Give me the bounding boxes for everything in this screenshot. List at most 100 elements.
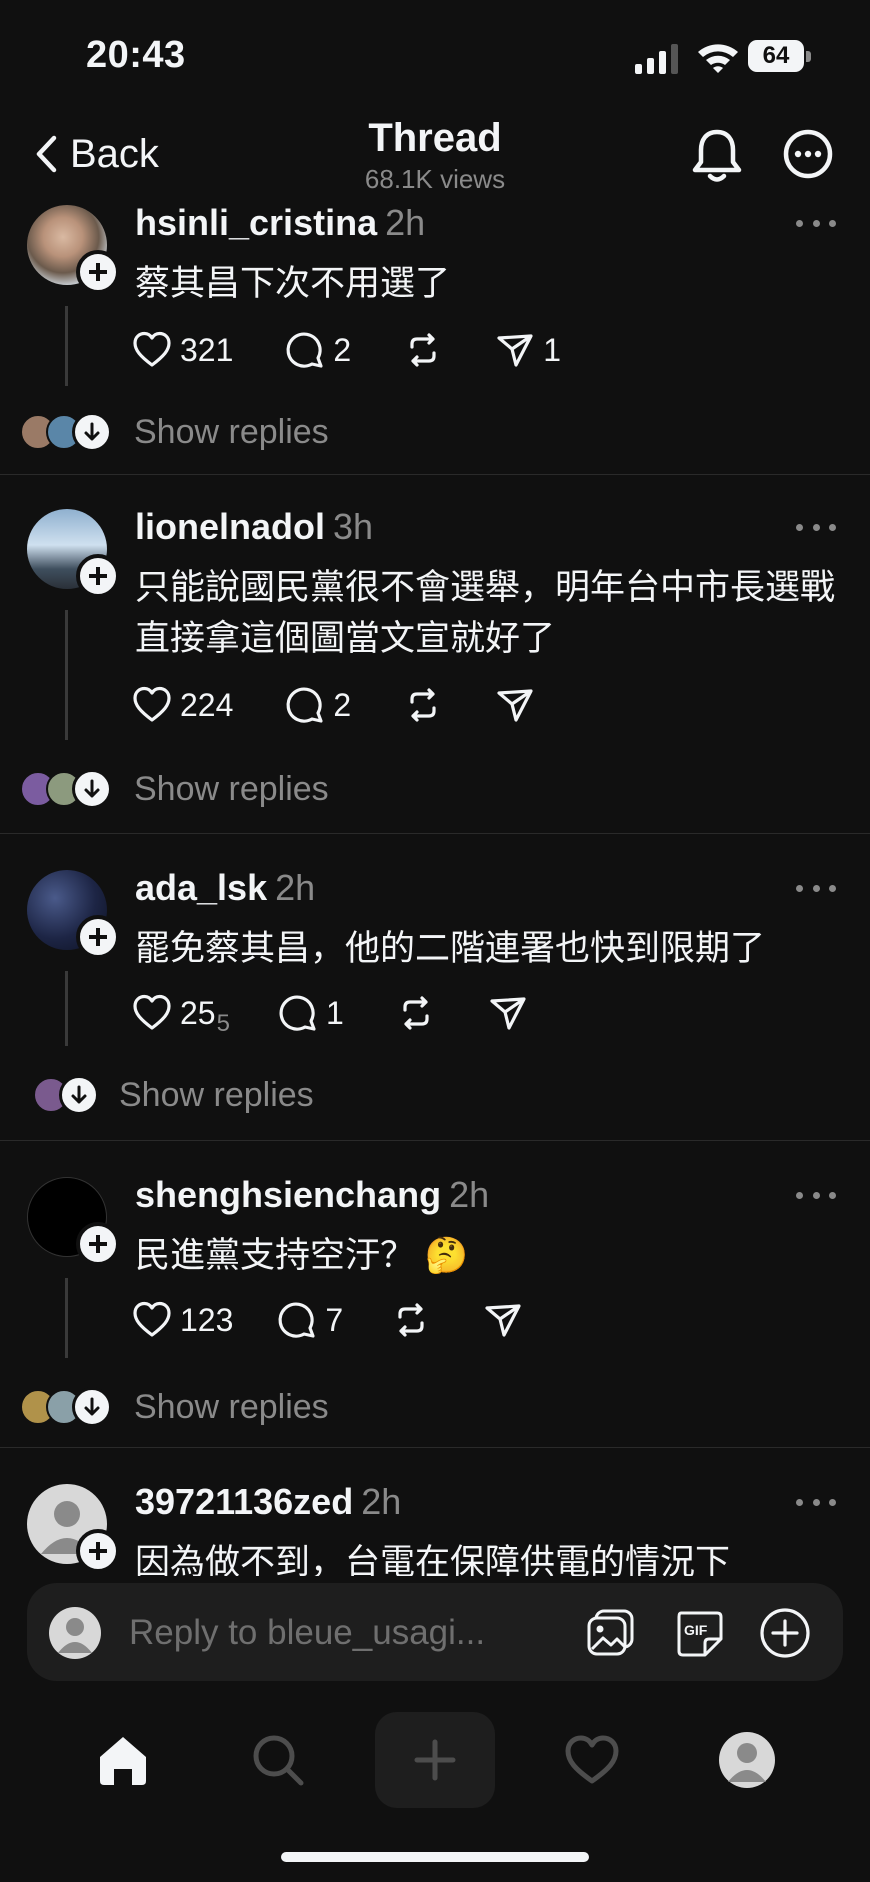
- follow-button[interactable]: [76, 915, 120, 959]
- home-icon: [100, 1737, 146, 1785]
- reply-count: 7: [325, 1301, 344, 1338]
- post-time: 2h: [449, 1174, 490, 1215]
- status-bar: 20:43 64: [0, 0, 870, 110]
- show-replies-row[interactable]: Show replies: [20, 1384, 329, 1430]
- bottom-tab-bar: [0, 1700, 870, 1810]
- post-actions: 25 5 1: [132, 989, 528, 1037]
- show-replies-button[interactable]: Show replies: [119, 1076, 314, 1115]
- post-time: 2h: [275, 867, 316, 908]
- comment-icon: [278, 1302, 315, 1338]
- username[interactable]: hsinli_cristina: [135, 202, 377, 243]
- heart-icon: [133, 331, 171, 367]
- like-button[interactable]: 224: [132, 685, 233, 725]
- send-icon: [497, 334, 533, 367]
- repost-button[interactable]: [403, 330, 443, 370]
- comment-button[interactable]: 2: [285, 685, 351, 725]
- show-replies-button[interactable]: Show replies: [134, 413, 329, 452]
- image-icon[interactable]: [583, 1605, 639, 1661]
- username[interactable]: 39721136zed: [135, 1481, 353, 1522]
- follow-button[interactable]: [76, 1222, 120, 1266]
- follow-button[interactable]: [76, 250, 120, 294]
- heart-icon: [133, 1301, 171, 1337]
- like-count: 123: [180, 1301, 234, 1338]
- search-icon: [253, 1735, 304, 1786]
- arrow-down-icon: [72, 1387, 112, 1427]
- reply-post: ada_lsk 2h 罷免蔡其昌，他的二階連署也快到限期了 25 5 1 Sho…: [0, 834, 870, 1141]
- post-actions: 224 2: [132, 681, 535, 729]
- reply-post: hsinli_cristina 2h 蔡其昌下次不用選了 321 2 1 Sho…: [0, 196, 870, 475]
- reply-post: lionelnadol 3h 只能說國民黨很不會選舉，明年台中市長選戰直接拿這個圖…: [0, 475, 870, 834]
- post-text: 因為做不到，台電在保障供電的情況下: [135, 1543, 731, 1576]
- comment-icon: [279, 995, 316, 1031]
- plus-icon: [414, 1739, 456, 1781]
- like-button[interactable]: 25 5: [132, 988, 230, 1038]
- bell-icon[interactable]: [690, 126, 744, 186]
- post-time: 2h: [361, 1481, 402, 1522]
- repost-icon: [410, 333, 436, 367]
- post-text: 只能說國民黨很不會選舉，明年台中市長選戰直接拿這個圖當文宣就好了: [135, 568, 836, 658]
- thread-line: [65, 1278, 68, 1358]
- home-indicator: [281, 1852, 589, 1862]
- heart-icon: [565, 1735, 619, 1784]
- tab-activity[interactable]: [544, 1712, 640, 1808]
- like-count: 25: [180, 994, 216, 1031]
- post-text: 蔡其昌下次不用選了: [135, 264, 451, 303]
- post-text: 民進黨支持空汙？ 🤔: [135, 1236, 469, 1275]
- tab-search[interactable]: [230, 1712, 326, 1808]
- follow-button[interactable]: [76, 1529, 120, 1573]
- tab-profile[interactable]: [699, 1712, 795, 1808]
- tab-create[interactable]: [375, 1712, 495, 1808]
- cellular-signal-icon: [635, 44, 678, 74]
- arrow-down-icon: [59, 1075, 99, 1115]
- user-avatar-icon: [49, 1607, 101, 1659]
- repost-button[interactable]: [391, 1300, 431, 1340]
- share-button[interactable]: 1: [495, 330, 561, 370]
- show-replies-button[interactable]: Show replies: [134, 1388, 329, 1427]
- reply-count: 2: [333, 686, 352, 723]
- share-button[interactable]: [488, 993, 528, 1033]
- repost-button[interactable]: [403, 685, 443, 725]
- show-replies-row[interactable]: Show replies: [33, 1072, 314, 1118]
- post-options-button[interactable]: [796, 873, 836, 903]
- share-button[interactable]: [483, 1300, 523, 1340]
- like-count-rolling-digit: 5: [216, 1010, 230, 1037]
- show-replies-row[interactable]: Show replies: [20, 766, 329, 812]
- heart-icon: [133, 994, 171, 1030]
- reply-post: shenghsienchang 2h 民進黨支持空汙？ 🤔 123 7 Show…: [0, 1141, 870, 1448]
- like-count: 224: [180, 686, 234, 723]
- wifi-icon: [698, 44, 738, 73]
- tab-home[interactable]: [75, 1712, 171, 1808]
- send-icon: [490, 997, 526, 1030]
- thread-line: [65, 306, 68, 386]
- comment-button[interactable]: 2: [285, 330, 351, 370]
- repost-button[interactable]: [396, 993, 436, 1033]
- top-nav: Back Thread 68.1K views: [0, 110, 870, 200]
- battery-icon: 64: [748, 40, 812, 74]
- replies-feed: hsinli_cristina 2h 蔡其昌下次不用選了 321 2 1 Sho…: [0, 196, 870, 1576]
- show-replies-button[interactable]: Show replies: [134, 770, 329, 809]
- post-text: 罷免蔡其昌，他的二階連署也快到限期了: [135, 929, 766, 968]
- like-button[interactable]: 123: [132, 1300, 233, 1340]
- send-icon: [497, 689, 533, 722]
- username[interactable]: shenghsienchang: [135, 1174, 441, 1215]
- username[interactable]: lionelnadol: [135, 506, 325, 547]
- plus-circle-icon[interactable]: [757, 1605, 813, 1661]
- comment-button[interactable]: 7: [277, 1300, 343, 1340]
- post-options-button[interactable]: [796, 1180, 836, 1210]
- like-button[interactable]: 321: [132, 330, 233, 370]
- username[interactable]: ada_lsk: [135, 867, 267, 908]
- post-options-button[interactable]: [796, 1487, 836, 1517]
- show-replies-row[interactable]: Show replies: [20, 409, 329, 455]
- reply-input[interactable]: [127, 1605, 571, 1661]
- more-circle-icon[interactable]: [782, 128, 834, 180]
- post-options-button[interactable]: [796, 208, 836, 238]
- post-time: 2h: [385, 202, 426, 243]
- post-options-button[interactable]: [796, 512, 836, 542]
- follow-button[interactable]: [76, 554, 120, 598]
- comment-icon: [286, 332, 323, 368]
- reply-composer: GIF: [27, 1583, 843, 1681]
- heart-icon: [133, 686, 171, 722]
- gif-icon[interactable]: GIF: [671, 1605, 727, 1661]
- share-button[interactable]: [495, 685, 535, 725]
- comment-button[interactable]: 1: [278, 993, 344, 1033]
